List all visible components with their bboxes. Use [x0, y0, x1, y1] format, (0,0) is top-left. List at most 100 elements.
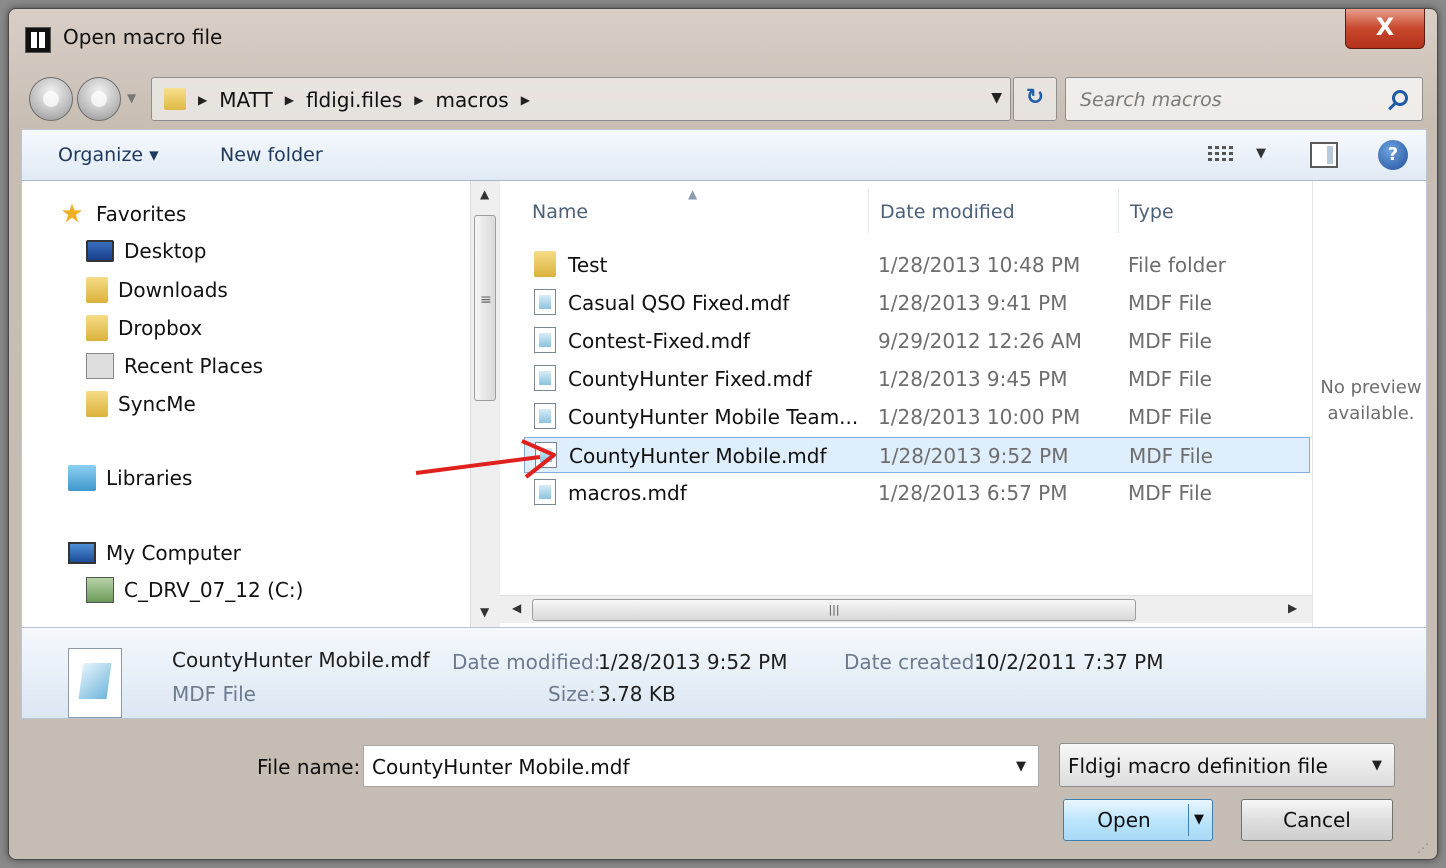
view-options-dropdown[interactable]: ▼	[1256, 146, 1266, 161]
chevron-down-icon[interactable]: ▼	[1194, 800, 1204, 840]
recent-places-icon	[86, 353, 114, 379]
file-type: MDF File	[1128, 291, 1212, 315]
nav-libraries[interactable]: Libraries	[68, 465, 192, 491]
file-row[interactable]: Test 1/28/2013 10:48 PM File folder	[524, 247, 1310, 283]
nav-desktop[interactable]: Desktop	[86, 239, 206, 263]
organize-menu[interactable]: Organize ▾	[58, 144, 159, 166]
scrollbar-thumb[interactable]: |||	[532, 599, 1136, 621]
address-history-dropdown[interactable]: ▼	[991, 90, 1002, 106]
open-button[interactable]: Open ▼	[1063, 799, 1213, 841]
file-row[interactable]: macros.mdf 1/28/2013 6:57 PM MDF File	[524, 475, 1310, 511]
file-icon	[534, 365, 556, 391]
preview-message: No preview available.	[1313, 375, 1429, 427]
preview-pane-icon[interactable]	[1310, 142, 1338, 168]
close-button[interactable]: X	[1345, 9, 1425, 49]
star-icon: ★	[60, 199, 84, 229]
breadcrumb-matt[interactable]: MATT	[219, 88, 272, 112]
scroll-up-icon[interactable]: ▲	[480, 187, 489, 201]
navpane-scrollbar[interactable]: ▲ ▼	[470, 181, 500, 627]
detail-date-modified: 1/28/2013 9:52 PM	[598, 650, 788, 674]
scroll-down-icon[interactable]: ▼	[480, 605, 489, 619]
preview-pane: No preview available.	[1312, 181, 1428, 627]
column-header-type[interactable]: Type	[1130, 201, 1174, 223]
search-box[interactable]: Search macros	[1065, 77, 1423, 121]
chevron-right-icon[interactable]: ▶	[521, 93, 530, 107]
address-bar[interactable]: ▶ MATT ▶ fldigi.files ▶ macros ▶ ▼	[151, 77, 1011, 121]
breadcrumb: ▶ MATT ▶ fldigi.files ▶ macros ▶	[198, 88, 530, 112]
column-header-date[interactable]: Date modified	[880, 201, 1015, 223]
view-options-icon[interactable]	[1208, 146, 1236, 164]
new-folder-button[interactable]: New folder	[220, 144, 323, 166]
file-date: 1/28/2013 9:41 PM	[878, 291, 1068, 315]
nav-drive-c[interactable]: C_DRV_07_12 (C:)	[86, 577, 303, 603]
command-toolbar: Organize ▾ New folder ▼ ?	[21, 129, 1427, 181]
file-date: 1/28/2013 9:45 PM	[878, 367, 1068, 391]
nav-label: Downloads	[118, 278, 228, 302]
help-icon[interactable]: ?	[1378, 140, 1408, 170]
file-icon	[534, 327, 556, 353]
file-row[interactable]: CountyHunter Fixed.mdf 1/28/2013 9:45 PM…	[524, 361, 1310, 397]
resize-grip-icon[interactable]: ⋰	[1417, 841, 1429, 855]
scrollbar-thumb[interactable]	[474, 215, 496, 401]
detail-filetype: MDF File	[172, 682, 256, 706]
breadcrumb-fldigi-files[interactable]: fldigi.files	[306, 88, 402, 112]
file-row[interactable]: CountyHunter Mobile Team... 1/28/2013 10…	[524, 399, 1310, 435]
folder-icon	[164, 88, 186, 110]
file-large-icon	[68, 648, 122, 718]
file-name: CountyHunter Fixed.mdf	[568, 367, 812, 391]
dropbox-folder-icon	[86, 315, 108, 341]
search-input[interactable]: Search macros	[1080, 89, 1222, 111]
browser-content: ★ Favorites Desktop Downloads Dropbox Re…	[21, 181, 1427, 627]
chevron-right-icon[interactable]: ▶	[285, 93, 294, 107]
file-row[interactable]: Contest-Fixed.mdf 9/29/2012 12:26 AM MDF…	[524, 323, 1310, 359]
breadcrumb-macros[interactable]: macros	[436, 88, 509, 112]
nav-syncme[interactable]: SyncMe	[86, 391, 196, 417]
window-title: Open macro file	[63, 25, 223, 49]
chevron-right-icon[interactable]: ▶	[414, 93, 423, 107]
recent-pages-dropdown[interactable]: ▼	[127, 91, 136, 105]
file-date: 1/28/2013 9:52 PM	[879, 444, 1069, 468]
cancel-button[interactable]: Cancel	[1241, 799, 1393, 841]
back-button[interactable]	[29, 77, 73, 121]
nav-label: My Computer	[106, 541, 241, 565]
refresh-button[interactable]: ↻	[1013, 77, 1057, 121]
scroll-right-icon[interactable]: ▶	[1288, 601, 1297, 615]
nav-downloads[interactable]: Downloads	[86, 277, 228, 303]
detail-date-created-label: Date created:	[844, 650, 982, 674]
file-type: MDF File	[1128, 367, 1212, 391]
file-name: Contest-Fixed.mdf	[568, 329, 750, 353]
app-icon	[25, 27, 51, 53]
details-pane: CountyHunter Mobile.mdf MDF File Date mo…	[21, 627, 1427, 719]
column-header-name[interactable]: Name	[532, 201, 588, 223]
file-icon	[535, 442, 557, 468]
detail-date-modified-label: Date modified:	[452, 650, 601, 674]
filelist-horizontal-scrollbar[interactable]: ◀ ||| ▶	[500, 595, 1312, 623]
nav-label: SyncMe	[118, 392, 196, 416]
nav-recent-places[interactable]: Recent Places	[86, 353, 263, 379]
chevron-right-icon[interactable]: ▶	[198, 93, 207, 107]
nav-favorites[interactable]: ★ Favorites	[58, 201, 186, 227]
file-icon	[534, 289, 556, 315]
open-label: Open	[1097, 808, 1151, 832]
title-bar: Open macro file X	[9, 9, 1437, 67]
file-row-selected[interactable]: CountyHunter Mobile.mdf 1/28/2013 9:52 P…	[524, 437, 1310, 473]
file-name-field[interactable]: CountyHunter Mobile.mdf ▼	[363, 745, 1039, 787]
nav-my-computer[interactable]: My Computer	[68, 541, 241, 565]
scroll-left-icon[interactable]: ◀	[512, 601, 521, 615]
nav-dropbox[interactable]: Dropbox	[86, 315, 202, 341]
file-date: 9/29/2012 12:26 AM	[878, 329, 1082, 353]
file-row[interactable]: Casual QSO Fixed.mdf 1/28/2013 9:41 PM M…	[524, 285, 1310, 321]
file-type: MDF File	[1128, 405, 1212, 429]
file-name-value[interactable]: CountyHunter Mobile.mdf	[372, 755, 630, 779]
nav-label: Libraries	[106, 466, 193, 490]
desktop-icon	[86, 240, 114, 262]
chevron-down-icon[interactable]: ▼	[1372, 758, 1382, 773]
chevron-down-icon[interactable]: ▼	[1016, 759, 1026, 774]
search-icon[interactable]	[1392, 90, 1408, 106]
file-type: MDF File	[1129, 444, 1213, 468]
detail-date-created: 10/2/2011 7:37 PM	[974, 650, 1164, 674]
file-type: File folder	[1128, 253, 1226, 277]
file-type-select[interactable]: Fldigi macro definition file ▼	[1059, 743, 1395, 787]
libraries-icon	[68, 465, 96, 491]
forward-button[interactable]	[77, 77, 121, 121]
